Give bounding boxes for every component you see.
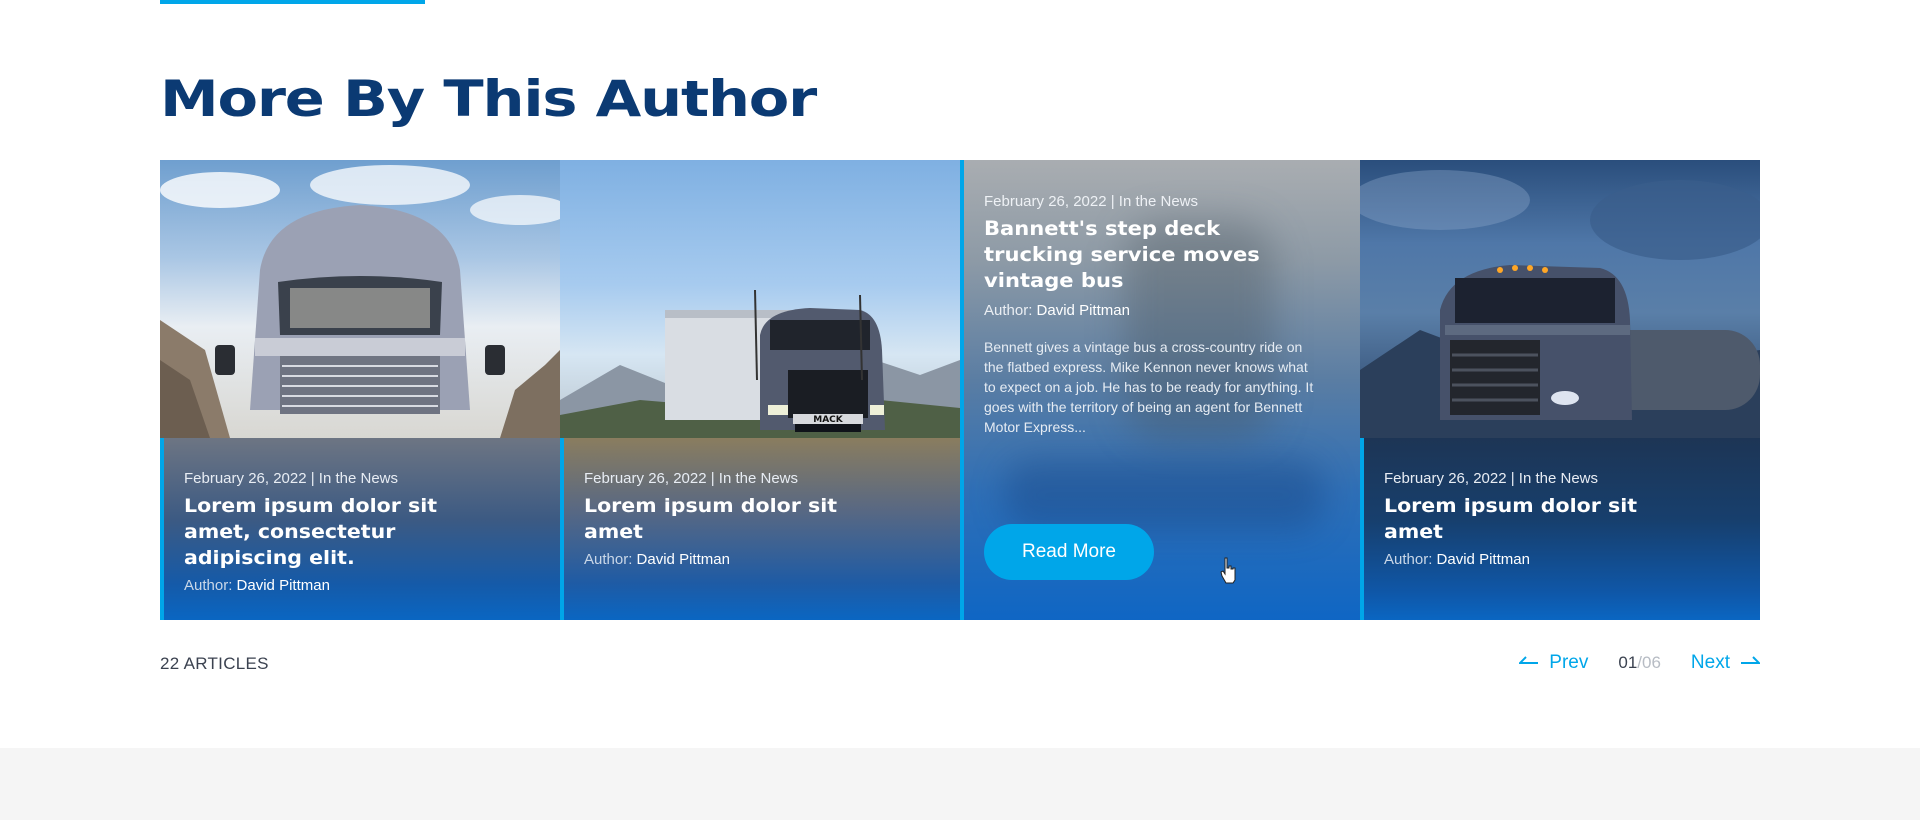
author-label: Author: — [1384, 551, 1433, 568]
card-panel: February 26, 2022 | In the News Lorem ip… — [160, 438, 560, 620]
card-author: Author: David Pittman — [984, 302, 1324, 319]
card-date-category: February 26, 2022 | In the News — [184, 470, 399, 487]
prev-label: Prev — [1549, 652, 1589, 673]
card-panel: February 26, 2022 | In the News Lorem ip… — [1360, 438, 1760, 620]
hand-cursor-icon — [1220, 557, 1236, 584]
next-button[interactable]: Next — [1691, 652, 1760, 674]
card-content: February 26, 2022 | In the News Lorem ip… — [184, 470, 534, 594]
next-label: Next — [1690, 652, 1730, 673]
card-title[interactable]: Lorem ipsum dolor sit amet — [584, 493, 897, 545]
card-panel: February 26, 2022 | In the News Lorem ip… — [560, 438, 960, 620]
card-date-category: February 26, 2022 | In the News — [984, 193, 1199, 210]
page-indicator: 01/06 — [1618, 653, 1661, 673]
articles-count: 22 ARTICLES — [160, 654, 269, 673]
page-total: /06 — [1637, 653, 1661, 672]
truck-image — [160, 160, 560, 438]
card-content: February 26, 2022 | In the News Lorem ip… — [584, 470, 934, 568]
grille-badge-text: MACK — [813, 415, 844, 425]
card-title[interactable]: Lorem ipsum dolor sit amet, consectetur … — [184, 493, 497, 571]
card-title[interactable]: Lorem ipsum dolor sit amet — [1384, 493, 1697, 545]
card-author: Author: David Pittman — [1384, 551, 1734, 568]
prev-button[interactable]: Prev — [1519, 652, 1588, 674]
card-excerpt: Bennett gives a vintage bus a cross-coun… — [984, 339, 1314, 435]
page-current: 01 — [1618, 653, 1638, 672]
article-card[interactable]: MACK February 26, 2022 | In the News Lor… — [560, 160, 960, 620]
card-author: Author: David Pittman — [184, 577, 534, 594]
read-more-button[interactable]: Read More — [984, 524, 1154, 580]
card-title[interactable]: Bannett's step deck trucking service mov… — [984, 216, 1297, 294]
card-author: Author: David Pittman — [584, 551, 934, 568]
author-label: Author: — [184, 577, 233, 594]
footer-band — [0, 748, 1920, 820]
blurred-trailer-image — [1004, 460, 1324, 530]
card-date-category: February 26, 2022 | In the News — [1384, 470, 1599, 487]
author-name[interactable]: David Pittman — [1037, 302, 1130, 319]
page: More By This Author February 26, 2022 | … — [0, 0, 1920, 820]
article-carousel: February 26, 2022 | In the News Lorem ip… — [160, 160, 1760, 620]
top-accent-bar — [160, 0, 425, 4]
article-card-active[interactable]: February 26, 2022 | In the News Bannett'… — [960, 160, 1360, 620]
truck-image: MACK — [560, 160, 960, 438]
arrow-right-icon — [1741, 656, 1760, 664]
section-title: More By This Author — [160, 70, 817, 128]
carousel-pager: Prev 01/06 Next — [1519, 652, 1760, 674]
author-name[interactable]: David Pittman — [237, 577, 330, 594]
truck-image — [1360, 160, 1760, 438]
article-card[interactable]: February 26, 2022 | In the News Lorem ip… — [160, 160, 560, 620]
author-name[interactable]: David Pittman — [1437, 551, 1530, 568]
card-content: February 26, 2022 | In the News Bannett'… — [984, 193, 1324, 437]
card-date-category: February 26, 2022 | In the News — [584, 470, 799, 487]
card-content: February 26, 2022 | In the News Lorem ip… — [1384, 470, 1734, 568]
author-label: Author: — [584, 551, 633, 568]
article-card[interactable]: February 26, 2022 | In the News Lorem ip… — [1360, 160, 1760, 620]
arrow-left-icon — [1519, 656, 1539, 664]
author-label: Author: — [984, 302, 1033, 319]
author-name[interactable]: David Pittman — [637, 551, 730, 568]
